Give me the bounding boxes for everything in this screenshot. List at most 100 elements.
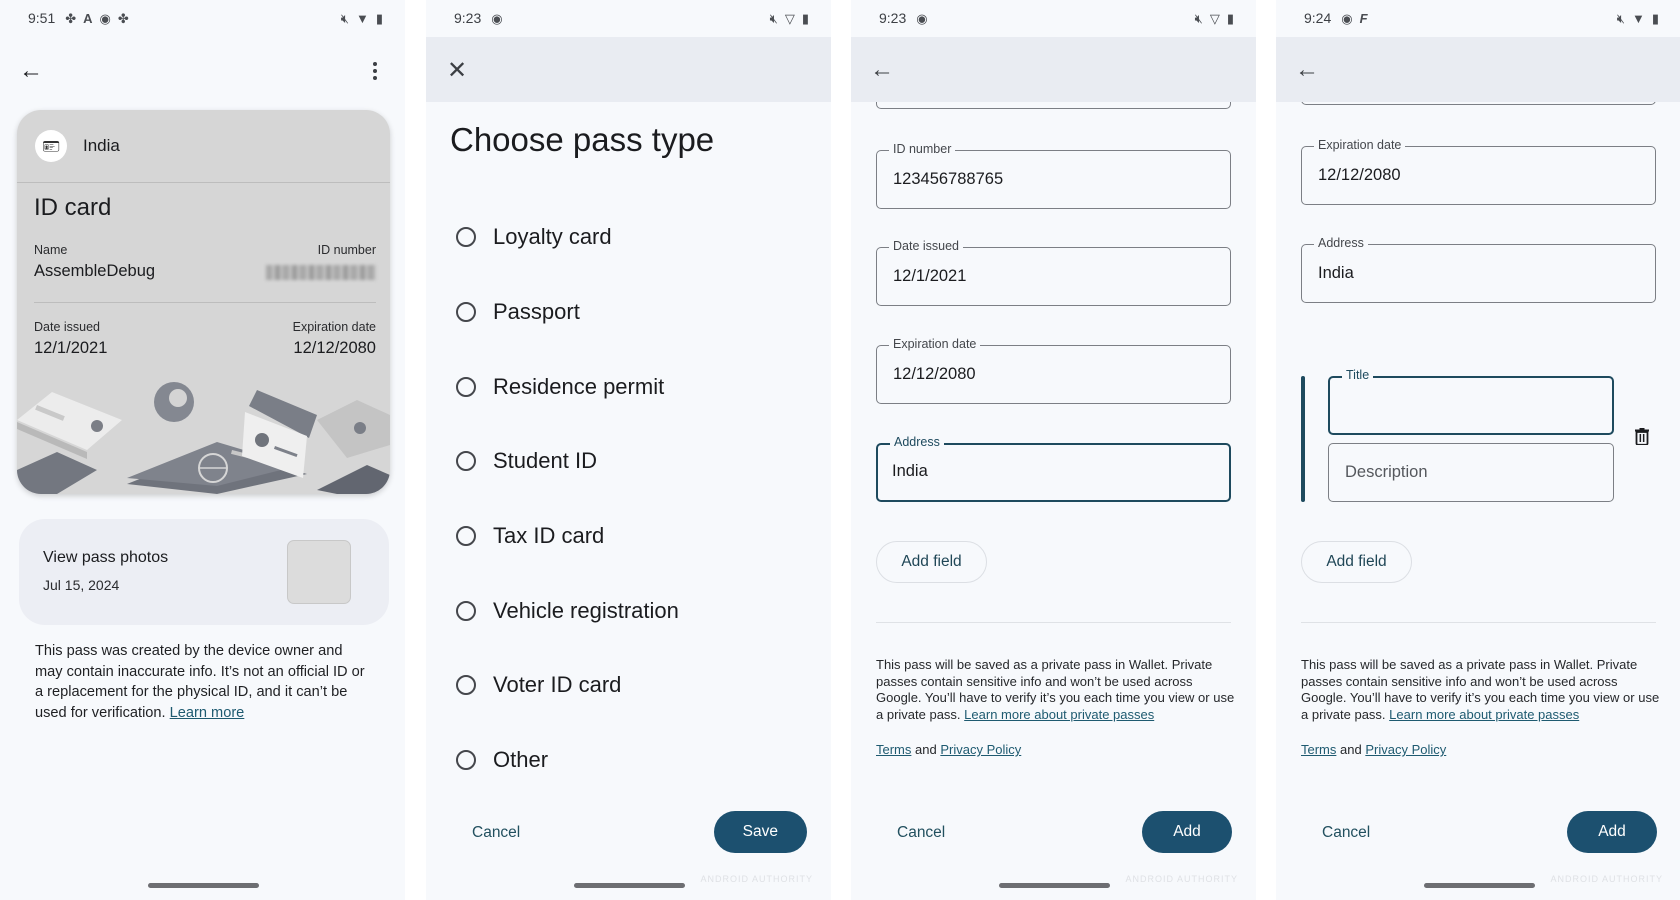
and-text: and [915, 742, 937, 757]
date-issued-field[interactable]: Date issued 12/1/2021 [876, 239, 1231, 306]
watermark: ANDROID AUTHORITY [1125, 874, 1238, 884]
dialog-actions: Cancel Save [426, 811, 831, 855]
add-field-button[interactable]: Add field [1301, 541, 1412, 583]
top-app-bar: ← [1276, 37, 1680, 102]
terms-link[interactable]: Terms [1301, 742, 1336, 757]
radio-option-tax-id-card[interactable]: Tax ID card [456, 499, 679, 574]
id-card-illustration-edge [317, 400, 390, 494]
watermark: ANDROID AUTHORITY [1550, 874, 1663, 884]
record-icon: ◉ [1341, 10, 1353, 26]
learn-more-private-passes-link[interactable]: Learn more about private passes [964, 707, 1154, 722]
issuer: 🪪︎ India [35, 130, 120, 162]
radio-label: Student ID [493, 448, 597, 474]
privacy-policy-link[interactable]: Privacy Policy [940, 742, 1021, 757]
radio-button[interactable] [456, 376, 476, 397]
radio-option-vehicle-registration[interactable]: Vehicle registration [456, 573, 679, 648]
cancel-button[interactable]: Cancel [456, 811, 536, 855]
delete-icon[interactable] [1632, 425, 1652, 447]
field-value: 12/12/2080 [893, 365, 976, 383]
radio-button[interactable] [456, 302, 476, 323]
field-value: India [1318, 264, 1354, 282]
back-arrow-icon[interactable]: ← [869, 56, 895, 83]
id-card-pass[interactable]: 🪪︎ India ID card Name AssembleDebug ID n… [17, 110, 390, 494]
name-label: Name [34, 243, 68, 257]
radio-button[interactable] [456, 600, 476, 621]
status-time: 9:51 [28, 10, 56, 26]
home-indicator[interactable] [1424, 883, 1535, 888]
id-number-label: ID number [317, 243, 376, 257]
view-pass-photos[interactable]: View pass photos Jul 15, 2024 [19, 519, 389, 625]
page-title: Choose pass type [450, 121, 715, 158]
field-label: Address [890, 435, 944, 449]
add-button[interactable]: Add [1142, 811, 1232, 853]
add-field-button[interactable]: Add field [876, 541, 987, 583]
custom-description-field[interactable]: Description [1328, 443, 1614, 502]
field-label: Address [1314, 236, 1368, 250]
learn-more-link[interactable]: Learn more [170, 705, 245, 721]
add-button[interactable]: Add [1567, 811, 1657, 853]
status-time: 9:23 [879, 10, 907, 26]
mute-icon: 🔇︎ [1616, 10, 1625, 26]
radio-button[interactable] [456, 526, 476, 547]
status-time: 9:23 [454, 10, 482, 26]
address-field[interactable]: Address India [1301, 236, 1656, 303]
id-number-value-blurred [266, 265, 376, 280]
divider [17, 182, 390, 183]
back-arrow-icon[interactable]: ← [18, 57, 44, 84]
radio-button[interactable] [456, 227, 476, 248]
close-icon[interactable]: ✕ [444, 57, 470, 84]
radio-option-student-id[interactable]: Student ID [456, 424, 679, 499]
save-button[interactable]: Save [713, 811, 807, 853]
expiration-date-field[interactable]: Expiration date 12/12/2080 [1301, 138, 1656, 205]
radio-option-passport[interactable]: Passport [456, 275, 679, 350]
custom-title-field[interactable]: Title [1328, 368, 1614, 435]
terms-link[interactable]: Terms [876, 742, 911, 757]
id-documents-illustration [17, 382, 390, 494]
pass-title: ID card [34, 194, 112, 221]
cancel-button[interactable]: Cancel [881, 811, 961, 855]
expiration-value: 12/12/2080 [293, 339, 376, 357]
radio-option-residence-permit[interactable]: Residence permit [456, 349, 679, 424]
address-field[interactable]: Address India [876, 435, 1231, 502]
battery-icon: ▮ [375, 10, 383, 26]
terms-line: Terms and Privacy Policy [876, 742, 1021, 757]
more-vert-icon[interactable] [365, 58, 385, 84]
photos-date: Jul 15, 2024 [43, 577, 120, 593]
radio-button[interactable] [456, 675, 476, 696]
expiration-date-field[interactable]: Expiration date 12/12/2080 [876, 337, 1231, 404]
field-value: 12/12/2080 [1318, 166, 1401, 184]
field-label: Title [1342, 368, 1374, 382]
radio-button[interactable] [456, 451, 476, 472]
radio-option-voter-id-card[interactable]: Voter ID card [456, 648, 679, 723]
privacy-notice: This pass will be saved as a private pas… [876, 657, 1236, 723]
form-actions: Cancel Add [1276, 811, 1680, 855]
radio-option-loyalty-card[interactable]: Loyalty card [456, 200, 679, 275]
record-icon: ◉ [916, 10, 928, 26]
radio-label: Residence permit [493, 373, 665, 399]
date-issued-value: 12/1/2021 [34, 339, 108, 357]
home-indicator[interactable] [999, 883, 1110, 888]
radio-label: Passport [493, 299, 580, 325]
photo-thumbnail[interactable] [287, 540, 351, 604]
radio-button[interactable] [456, 750, 476, 771]
field-value: India [892, 462, 928, 480]
cancel-button[interactable]: Cancel [1306, 811, 1386, 855]
privacy-policy-link[interactable]: Privacy Policy [1365, 742, 1446, 757]
a-icon: A [83, 10, 93, 26]
issuer-name: India [83, 136, 120, 155]
back-arrow-icon[interactable]: ← [1294, 56, 1320, 83]
fan-icon: ✤ [65, 10, 77, 26]
f-icon: F [1359, 10, 1368, 26]
learn-more-private-passes-link[interactable]: Learn more about private passes [1389, 707, 1579, 722]
divider [1301, 622, 1656, 623]
field-label: Date issued [889, 239, 964, 253]
form-actions: Cancel Add [851, 811, 1256, 855]
id-number-field[interactable]: ID number 123456788765 [876, 142, 1231, 209]
radio-label: Vehicle registration [493, 597, 679, 623]
top-app-bar: ← [851, 37, 1256, 102]
radio-option-other[interactable]: Other [456, 723, 679, 798]
home-indicator[interactable] [148, 883, 259, 888]
home-indicator[interactable] [574, 883, 685, 888]
radio-label: Other [493, 747, 549, 773]
field-label: ID number [889, 142, 956, 156]
